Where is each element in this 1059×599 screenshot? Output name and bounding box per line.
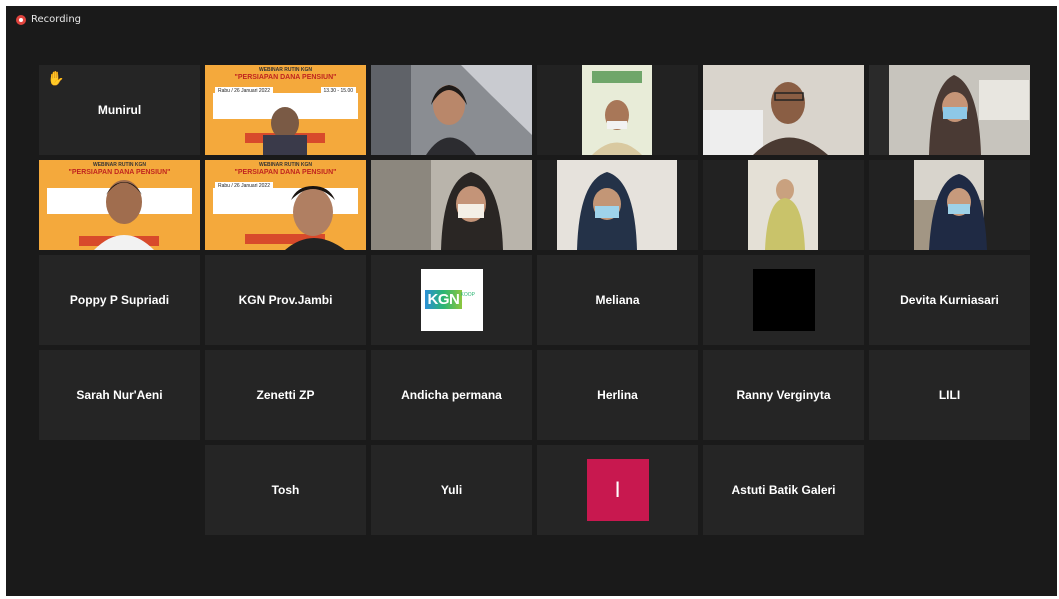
video-feed [869,160,1030,250]
participant-name: Andicha permana [401,388,502,402]
video-feed [869,65,1030,155]
participant-name: Astuti Batik Galeri [731,483,836,497]
video-feed [371,160,532,250]
raised-hand-icon: ✋ [47,71,65,87]
video-feed [703,160,864,250]
participant-tile-munirul[interactable]: ✋ Munirul [39,65,200,155]
participant-video-11[interactable] [869,160,1030,250]
avatar: I [586,459,649,521]
participant-name: Zenetti ZP [256,388,315,402]
participant-video-8[interactable] [371,160,532,250]
participant-tile-tosh[interactable]: Tosh [205,445,366,535]
slide-time: 13.30 - 15.00 [320,87,356,95]
participant-tile-sarah[interactable]: Sarah Nur'Aeni [39,350,200,440]
video-feed [371,65,532,155]
slide-title: "PERSIAPAN DANA PENSIUN" [68,169,171,176]
recording-indicator[interactable]: Recording [16,14,81,25]
slide-title: "PERSIAPAN DANA PENSIUN" [234,169,337,176]
participant-name: Ranny Verginyta [736,388,831,402]
participant-tile-yuli[interactable]: Yuli [371,445,532,535]
participant-video-3[interactable] [371,65,532,155]
slide-date: Rabu / 26 Januari 2022 [215,87,273,95]
slide-header: WEBINAR RUTIN KGN [258,67,313,73]
participant-name: Munirul [97,103,142,117]
participant-tile-astuti[interactable]: Astuti Batik Galeri [703,445,864,535]
participant-tile-kgn-jambi[interactable]: KGN Prov.Jambi [205,255,366,345]
participant-tile-herlina[interactable]: Herlina [537,350,698,440]
participant-tile-black-avatar[interactable] [703,255,864,345]
participant-tile-kgn-logo[interactable]: KGN KOOP [371,255,532,345]
avatar [752,269,815,331]
participant-name: KGN Prov.Jambi [238,293,333,307]
meeting-window: Recording ✋ Munirul WEBINAR RUTIN KGN "P… [6,6,1057,596]
video-feed [537,65,698,155]
participant-tile-devita[interactable]: Devita Kurniasari [869,255,1030,345]
participant-tile-lili[interactable]: LILI [869,350,1030,440]
participant-tile-ranny[interactable]: Ranny Verginyta [703,350,864,440]
video-feed [703,65,864,155]
participant-tile-poppy[interactable]: Poppy P Supriadi [39,255,200,345]
slide-header: WEBINAR RUTIN KGN [258,162,313,168]
participant-video-5[interactable] [703,65,864,155]
slide-title: "PERSIAPAN DANA PENSIUN" [234,74,337,81]
participant-video-slide-1[interactable]: WEBINAR RUTIN KGN "PERSIAPAN DANA PENSIU… [205,65,366,155]
participant-video-6[interactable] [869,65,1030,155]
kgn-logo: KGN KOOP [420,269,483,331]
gallery-grid: ✋ Munirul WEBINAR RUTIN KGN "PERSIAPAN D… [39,65,1031,540]
recording-label: Recording [31,14,82,25]
participant-tile-zenetti[interactable]: Zenetti ZP [205,350,366,440]
participant-tile-initial[interactable]: I [537,445,698,535]
video-feed [537,160,698,250]
participant-name: Tosh [271,483,300,497]
kgn-logo-text: KGN [424,290,463,309]
participant-name: Yuli [440,483,463,497]
recording-icon [16,14,26,25]
participant-tile-andicha[interactable]: Andicha permana [371,350,532,440]
participant-name: Sarah Nur'Aeni [76,388,163,402]
participant-video-4[interactable] [537,65,698,155]
participant-video-slide-2[interactable]: WEBINAR RUTIN KGN "PERSIAPAN DANA PENSIU… [205,160,366,250]
slide-header: WEBINAR RUTIN KGN [92,162,147,168]
avatar-initial: I [614,477,621,502]
participant-name: LILI [938,388,961,402]
participant-name: Herlina [597,388,638,402]
participant-name: Meliana [595,293,640,307]
participant-name: Devita Kurniasari [900,293,999,307]
participant-tile-meliana[interactable]: Meliana [537,255,698,345]
kgn-logo-sub: KOOP [460,292,475,298]
participant-video-slide-active[interactable]: WEBINAR RUTIN KGN "PERSIAPAN DANA PENSIU… [39,160,200,250]
participant-video-9[interactable] [537,160,698,250]
slide-date: Rabu / 26 Januari 2022 [215,182,273,190]
participant-video-10[interactable] [703,160,864,250]
participant-name: Poppy P Supriadi [69,293,170,307]
